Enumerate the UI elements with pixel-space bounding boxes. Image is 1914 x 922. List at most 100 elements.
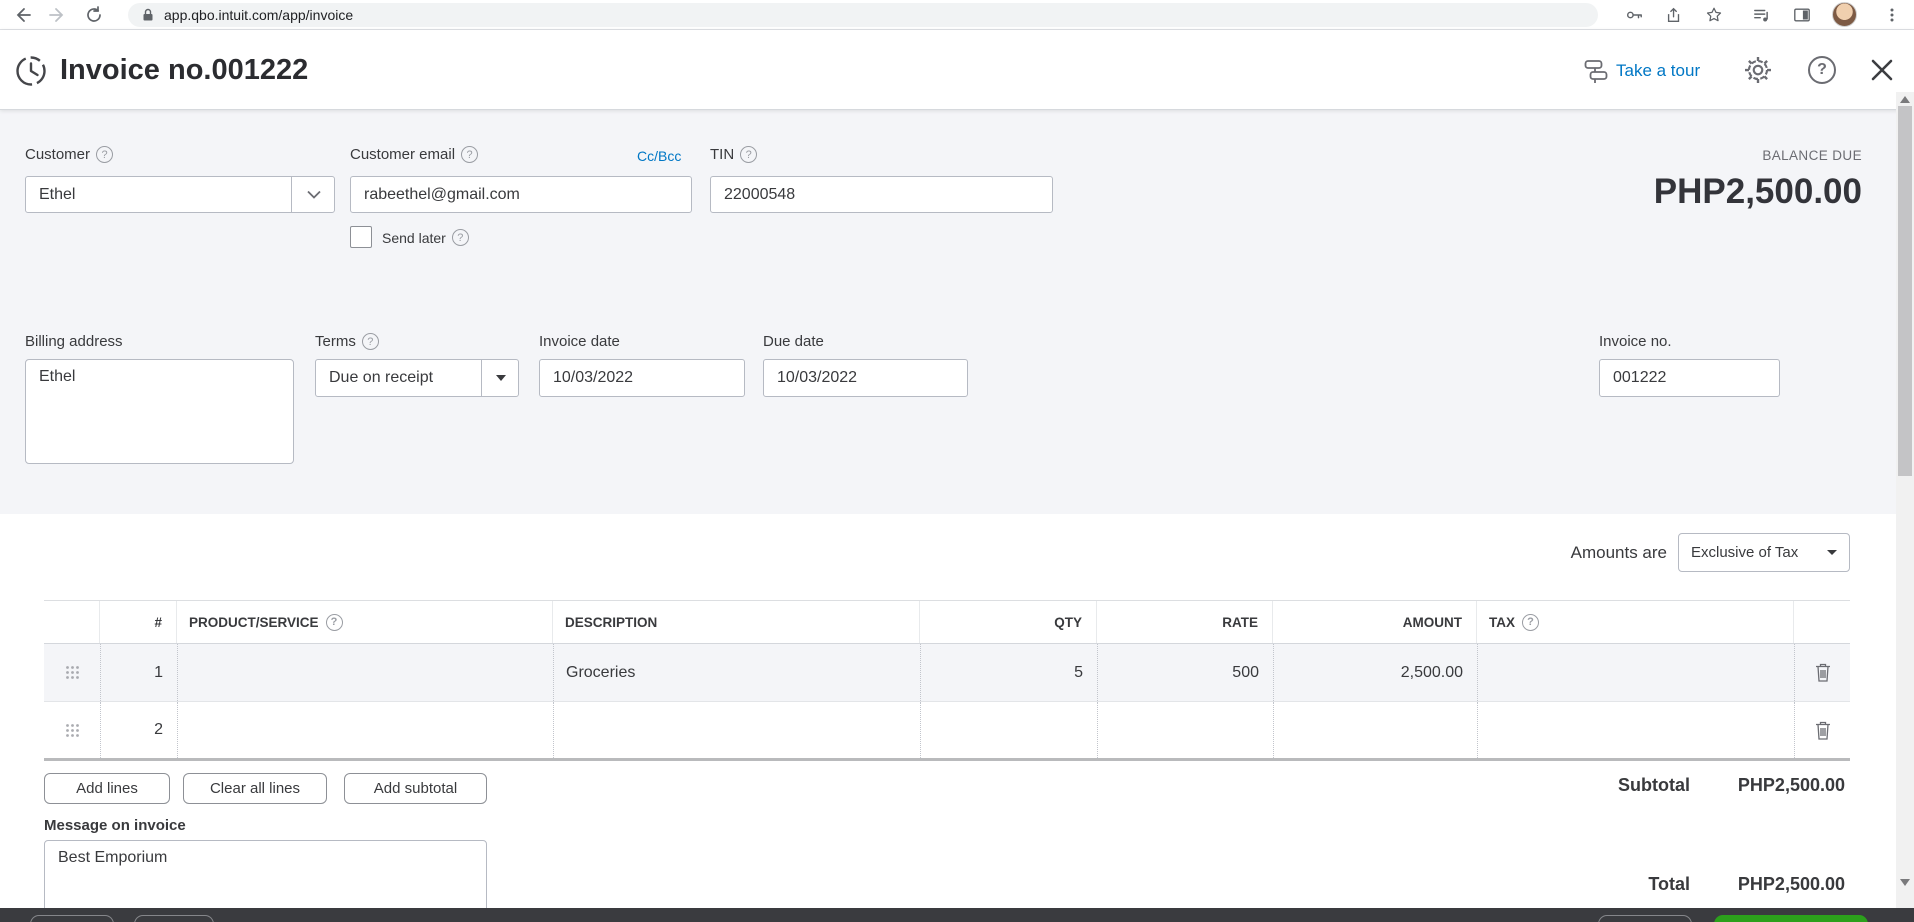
col-amount: AMOUNT bbox=[1273, 601, 1477, 643]
scroll-down-icon[interactable] bbox=[1900, 879, 1910, 886]
table-row-2[interactable]: 2 bbox=[44, 701, 1850, 758]
browser-back-icon[interactable] bbox=[10, 3, 34, 27]
take-a-tour-button[interactable]: Take a tour bbox=[1583, 57, 1700, 84]
amounts-are-label: Amounts are bbox=[1570, 542, 1667, 562]
tin-input[interactable] bbox=[710, 176, 1053, 213]
footer-button-left-1[interactable] bbox=[30, 915, 114, 922]
tax-cell[interactable] bbox=[1477, 702, 1794, 758]
terms-label: Terms? bbox=[315, 333, 379, 350]
customer-label: Customer? bbox=[25, 146, 114, 163]
product-cell[interactable] bbox=[177, 702, 553, 758]
scrollbar-thumb[interactable] bbox=[1898, 106, 1912, 476]
url-text: app.qbo.intuit.com/app/invoice bbox=[164, 7, 354, 23]
table-bottom-border bbox=[44, 758, 1850, 761]
invoice-date-input[interactable] bbox=[539, 359, 745, 397]
amounts-are-dropdown[interactable]: Exclusive of Tax bbox=[1678, 533, 1850, 572]
subtotal-amount: PHP2,500.00 bbox=[1737, 775, 1845, 795]
tin-help-icon[interactable]: ? bbox=[740, 146, 758, 163]
due-date-input[interactable] bbox=[763, 359, 968, 397]
share-icon[interactable] bbox=[1662, 3, 1686, 27]
lock-icon bbox=[143, 8, 153, 21]
billing-address-label: Billing address bbox=[25, 333, 123, 350]
delete-row-icon[interactable] bbox=[1794, 702, 1850, 758]
quickbooks-invoice-page: app.qbo.intuit.com/app/invoice Invoice n… bbox=[0, 0, 1914, 922]
save-and-send-button[interactable] bbox=[1714, 915, 1868, 922]
table-row-1[interactable]: 1 Groceries 5 500 2,500.00 bbox=[44, 644, 1850, 701]
signpost-icon bbox=[1584, 60, 1608, 83]
invoice-no-input[interactable] bbox=[1599, 359, 1780, 397]
qty-cell[interactable] bbox=[920, 702, 1097, 758]
bookmark-star-icon[interactable] bbox=[1702, 3, 1726, 27]
customer-help-icon[interactable]: ? bbox=[96, 146, 114, 163]
browser-menu-icon[interactable] bbox=[1880, 3, 1904, 27]
row-number: 2 bbox=[100, 702, 177, 758]
customer-email-input[interactable] bbox=[350, 176, 692, 213]
terms-select[interactable] bbox=[315, 359, 519, 397]
amount-cell[interactable] bbox=[1273, 702, 1477, 758]
description-cell[interactable]: Groceries bbox=[553, 644, 920, 701]
customer-input[interactable] bbox=[25, 176, 335, 213]
add-subtotal-button[interactable]: Add subtotal bbox=[344, 773, 487, 804]
col-tax: TAX? bbox=[1477, 601, 1794, 643]
table-header-row: # PRODUCT/SERVICE? DESCRIPTION QTY RATE … bbox=[44, 600, 1850, 644]
add-lines-button[interactable]: Add lines bbox=[44, 773, 170, 804]
col-rate: RATE bbox=[1097, 601, 1273, 643]
product-cell[interactable] bbox=[177, 644, 553, 701]
product-help-icon[interactable]: ? bbox=[325, 613, 343, 631]
invoice-header: Invoice no.001222 Take a tour ? bbox=[0, 30, 1914, 110]
customer-email-label: Customer email? bbox=[350, 146, 479, 163]
address-bar[interactable]: app.qbo.intuit.com/app/invoice bbox=[128, 3, 1598, 27]
media-playlist-icon[interactable] bbox=[1750, 3, 1774, 27]
footer-action-bar bbox=[0, 908, 1914, 922]
send-later-help-icon[interactable]: ? bbox=[451, 229, 469, 246]
message-on-invoice-label: Message on invoice bbox=[44, 817, 186, 834]
invoice-date-label: Invoice date bbox=[539, 333, 620, 350]
customer-select[interactable] bbox=[25, 176, 335, 213]
tax-help-icon[interactable]: ? bbox=[1522, 613, 1539, 631]
delete-row-icon[interactable] bbox=[1794, 644, 1850, 701]
recent-transactions-icon[interactable] bbox=[12, 52, 50, 95]
drag-handle-icon[interactable] bbox=[44, 644, 100, 701]
total-label: Total bbox=[1648, 874, 1690, 894]
browser-toolbar: app.qbo.intuit.com/app/invoice bbox=[0, 0, 1914, 30]
col-description: DESCRIPTION bbox=[553, 601, 920, 643]
row-number: 1 bbox=[100, 644, 177, 701]
balance-due-amount: PHP2,500.00 bbox=[1653, 172, 1862, 211]
settings-gear-icon[interactable] bbox=[1742, 54, 1774, 86]
scroll-up-icon[interactable] bbox=[1900, 96, 1910, 103]
description-cell[interactable] bbox=[553, 702, 920, 758]
scrollbar[interactable] bbox=[1896, 92, 1914, 908]
side-panel-icon[interactable] bbox=[1790, 3, 1814, 27]
take-a-tour-label: Take a tour bbox=[1616, 60, 1701, 80]
rate-cell[interactable]: 500 bbox=[1097, 644, 1273, 701]
invoice-no-label: Invoice no. bbox=[1599, 333, 1672, 350]
terms-dropdown-button[interactable] bbox=[481, 359, 519, 397]
browser-profile-avatar[interactable] bbox=[1832, 2, 1857, 27]
send-later-checkbox[interactable] bbox=[350, 226, 372, 248]
balance-due-label: BALANCE DUE bbox=[1762, 148, 1862, 163]
clear-all-lines-button[interactable]: Clear all lines bbox=[183, 773, 327, 804]
billing-address-textarea[interactable]: Ethel bbox=[25, 359, 294, 464]
tin-label: TIN? bbox=[710, 146, 758, 163]
qty-cell[interactable]: 5 bbox=[920, 644, 1097, 701]
chevron-down-icon bbox=[306, 190, 321, 199]
drag-handle-icon[interactable] bbox=[44, 702, 100, 758]
amount-cell[interactable]: 2,500.00 bbox=[1273, 644, 1477, 701]
password-key-icon[interactable] bbox=[1622, 3, 1646, 27]
total-amount: PHP2,500.00 bbox=[1737, 874, 1845, 894]
browser-forward-icon[interactable] bbox=[46, 3, 70, 27]
col-product-service: PRODUCT/SERVICE? bbox=[177, 601, 553, 643]
footer-button-left-2[interactable] bbox=[134, 915, 214, 922]
subtotal-label: Subtotal bbox=[1618, 775, 1690, 795]
chevron-down-icon bbox=[1827, 550, 1837, 555]
cc-bcc-link[interactable]: Cc/Bcc bbox=[637, 148, 681, 164]
rate-cell[interactable] bbox=[1097, 702, 1273, 758]
footer-button-right[interactable] bbox=[1598, 915, 1692, 922]
browser-reload-icon[interactable] bbox=[82, 3, 106, 27]
help-icon[interactable]: ? bbox=[1806, 54, 1838, 86]
tax-cell[interactable] bbox=[1477, 644, 1794, 701]
customer-dropdown-button[interactable] bbox=[291, 176, 335, 213]
customer-email-help-icon[interactable]: ? bbox=[461, 146, 479, 163]
close-icon[interactable] bbox=[1866, 54, 1898, 86]
terms-help-icon[interactable]: ? bbox=[361, 333, 379, 350]
